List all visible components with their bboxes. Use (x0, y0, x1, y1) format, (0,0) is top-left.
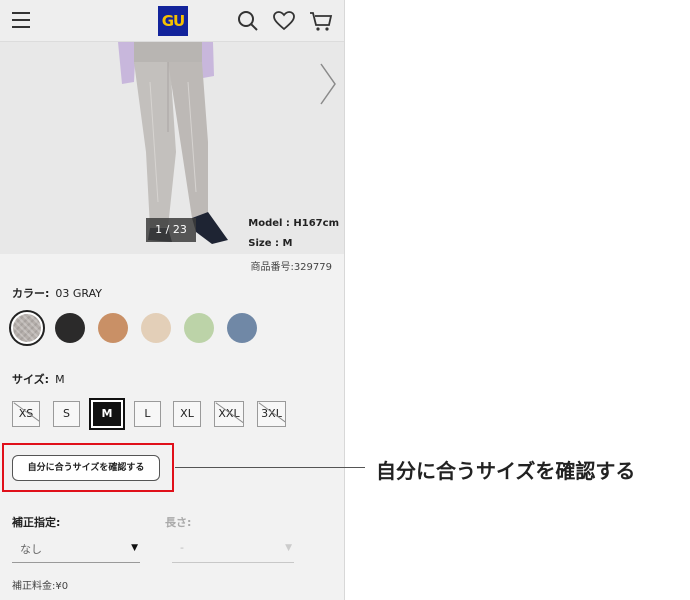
product-page: GU 1 / 23 Model: H167cm Size: M 商品番号:3… (0, 0, 345, 600)
alteration-fee: 補正料金:¥0 (12, 581, 69, 592)
header-bar: GU (0, 0, 344, 42)
size-option-xl[interactable]: XL (173, 401, 201, 427)
alteration-select-value: なし (20, 543, 42, 556)
menu-icon[interactable] (12, 12, 30, 28)
dropdown-arrow-icon: ▼ (285, 543, 292, 553)
image-pager: 1 / 23 (146, 218, 196, 242)
product-number: 商品番号:329779 (250, 262, 332, 273)
size-label-row: サイズ: M (12, 371, 65, 387)
color-swatch-green[interactable] (184, 313, 214, 343)
cart-icon[interactable] (309, 9, 333, 33)
color-swatch-blue[interactable] (227, 313, 257, 343)
size-option-xxl[interactable]: XXL (214, 401, 244, 427)
product-image[interactable]: 1 / 23 Model : H167cm Size : M (0, 42, 344, 254)
alteration-select[interactable]: なし ▼ (12, 535, 140, 563)
color-swatch-gray[interactable] (9, 310, 45, 346)
size-option-3xl[interactable]: 3XL (257, 401, 286, 427)
color-value: 03 GRAY (55, 287, 103, 300)
color-label: カラー: (12, 287, 50, 300)
color-swatch-beige[interactable] (141, 313, 171, 343)
color-swatch-orange[interactable] (98, 313, 128, 343)
size-option-xs[interactable]: XS (12, 401, 40, 427)
callout-line (175, 467, 365, 468)
next-image-chevron-icon[interactable] (319, 62, 337, 106)
color-label-row: カラー: 03 GRAY (12, 285, 102, 301)
color-swatch-black[interactable] (55, 313, 85, 343)
length-select-value: - (180, 541, 184, 554)
check-my-size-button[interactable]: 自分に合うサイズを確認する (12, 455, 160, 481)
heart-icon[interactable] (272, 9, 296, 33)
size-value: M (55, 373, 65, 386)
size-option-l[interactable]: L (134, 401, 161, 427)
length-label: 長さ: (165, 516, 192, 529)
gu-logo[interactable]: GU (158, 6, 188, 36)
length-select[interactable]: - ▼ (172, 535, 294, 563)
size-option-m-label: M (93, 402, 121, 426)
size-label: サイズ: (12, 373, 50, 386)
model-height: Model : H167cm (248, 218, 339, 229)
alteration-label: 補正指定: (12, 516, 61, 529)
size-option-m[interactable]: M (89, 398, 125, 430)
model-size: Size : M (248, 238, 293, 249)
dropdown-arrow-icon: ▼ (131, 543, 138, 553)
size-option-s[interactable]: S (53, 401, 80, 427)
model-info: Model : H167cm Size : M (248, 214, 339, 254)
callout-label: 自分に合うサイズを確認する (376, 459, 636, 483)
search-icon[interactable] (236, 9, 260, 33)
